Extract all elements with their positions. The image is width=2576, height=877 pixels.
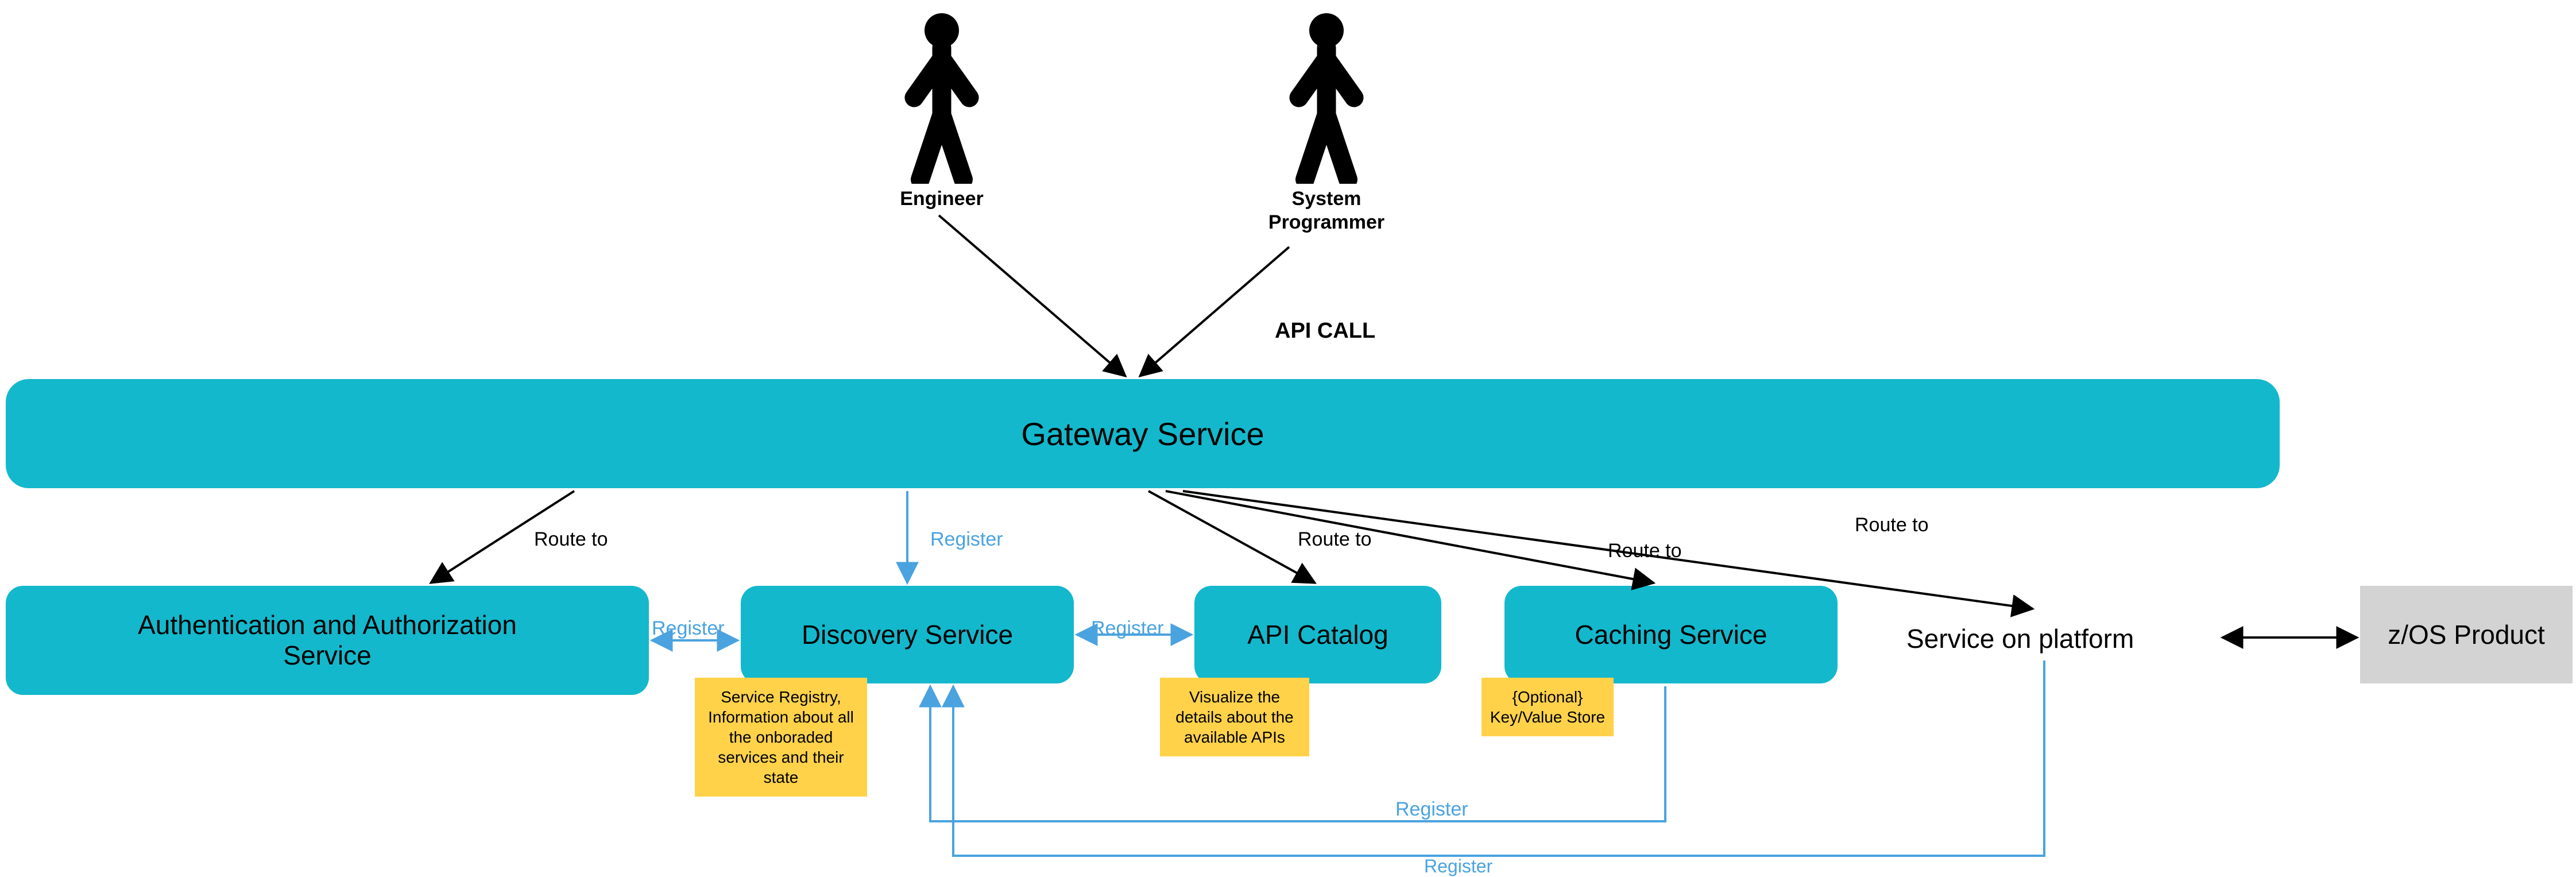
route-to-label-catalog: Route to bbox=[1298, 528, 1372, 551]
route-to-label-caching: Route to bbox=[1608, 540, 1682, 562]
discovery-service-label: Discovery Service bbox=[802, 620, 1013, 650]
discovery-note: Service Registry, Information about all … bbox=[695, 678, 867, 797]
gateway-service-box: Gateway Service bbox=[6, 379, 2280, 488]
caching-service-label: Caching Service bbox=[1575, 620, 1767, 650]
api-catalog-box: API Catalog bbox=[1194, 586, 1441, 683]
caching-note: {Optional} Key/Value Store bbox=[1482, 678, 1614, 736]
route-to-label-auth: Route to bbox=[534, 528, 608, 551]
actor-sysprog-label: System Programmer bbox=[1246, 187, 1407, 234]
caching-service-box: Caching Service bbox=[1504, 586, 1838, 683]
actor-sysprog: System Programmer bbox=[1246, 11, 1407, 234]
gateway-service-label: Gateway Service bbox=[1021, 415, 1264, 453]
discovery-service-box: Discovery Service bbox=[741, 586, 1074, 683]
service-on-platform-label: Service on platform bbox=[1906, 623, 2134, 654]
zos-product-box: z/OS Product bbox=[2360, 586, 2573, 683]
actor-engineer: Engineer bbox=[867, 11, 1016, 211]
zos-product-label: z/OS Product bbox=[2388, 619, 2545, 650]
actor-engineer-label: Engineer bbox=[867, 187, 1016, 211]
diagram-canvas: Engineer System Programmer API CALL Gate… bbox=[0, 0, 2576, 860]
register-label-plat-disc: Register bbox=[1424, 856, 1492, 877]
register-label-gw-disc: Register bbox=[930, 528, 1003, 551]
auth-service-label: Authentication and Authorization Service bbox=[138, 610, 517, 671]
person-icon bbox=[899, 11, 985, 184]
register-label-auth-disc: Register bbox=[652, 617, 725, 640]
register-label-cache-disc: Register bbox=[1395, 798, 1468, 821]
auth-service-box: Authentication and Authorization Service bbox=[6, 586, 649, 695]
register-label-cat-disc: Register bbox=[1091, 617, 1164, 640]
api-call-label: API CALL bbox=[1275, 319, 1375, 343]
api-catalog-note: Visualize the details about the availabl… bbox=[1160, 678, 1309, 756]
api-catalog-label: API Catalog bbox=[1247, 620, 1388, 650]
route-to-label-platform: Route to bbox=[1855, 514, 1929, 536]
person-icon bbox=[1283, 11, 1370, 184]
